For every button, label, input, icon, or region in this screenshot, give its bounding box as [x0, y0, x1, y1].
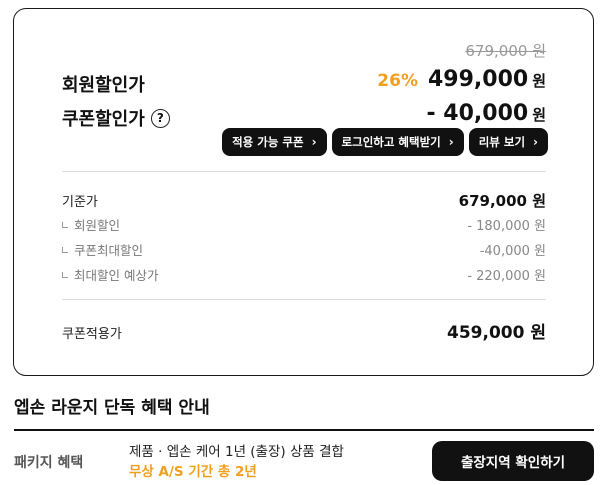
package-benefit-description: 제품 · 엡손 케어 1년 (출장) 상품 결합: [129, 444, 344, 460]
base-price-value: 679,000 원: [458, 192, 546, 210]
coupon-max-discount-label-group: 쿠폰최대할인: [62, 240, 143, 259]
member-price: 499,000 원: [428, 67, 546, 92]
view-reviews-label: 리뷰 보기: [478, 135, 526, 149]
coupon-max-discount-label: 쿠폰최대할인: [74, 243, 144, 258]
coupon-price-unit: 원: [532, 106, 546, 124]
max-estimated-row: 최대할인 예상가 - 220,000 원: [62, 265, 546, 284]
member-price-value: 499,000: [427, 67, 529, 92]
base-price-label: 기준가: [62, 195, 98, 210]
member-discount-row: 회원할인 - 180,000 원: [62, 215, 546, 234]
available-coupons-label: 적용 가능 쿠폰: [232, 135, 304, 149]
coupon-max-discount-value: -40,000 원: [479, 244, 546, 259]
divider: [62, 171, 546, 172]
max-estimated-label-group: 최대할인 예상가: [62, 265, 158, 284]
sub-item-corner-icon: [62, 222, 68, 228]
check-service-area-button[interactable]: 출장지역 확인하기: [432, 441, 594, 481]
login-benefits-label: 로그인하고 혜택받기: [341, 135, 441, 149]
chevron-right-icon: ›: [533, 135, 538, 149]
member-price-group: 26% 499,000 원: [377, 67, 546, 92]
price-card: 679,000 원 회원할인가 26% 499,000 원 쿠폰할인가 ? - 4…: [13, 8, 594, 376]
coupon-max-discount-row: 쿠폰최대할인 -40,000 원: [62, 240, 546, 259]
chevron-right-icon: ›: [448, 135, 454, 149]
member-price-label: 회원할인가: [62, 75, 145, 96]
sub-item-corner-icon: [62, 247, 68, 253]
available-coupons-button[interactable]: 적용 가능 쿠폰 ›: [222, 128, 327, 156]
help-icon[interactable]: ?: [150, 108, 170, 128]
sub-item-corner-icon: [62, 272, 68, 278]
view-reviews-button[interactable]: 리뷰 보기 ›: [468, 128, 548, 156]
member-discount-label-group: 회원할인: [62, 215, 120, 234]
member-discount-value: - 180,000 원: [467, 219, 546, 234]
section-divider: [14, 429, 594, 431]
member-discount-rate: 26%: [377, 71, 418, 91]
coupon-price: - 40,000 원: [427, 101, 547, 126]
login-benefits-button[interactable]: 로그인하고 혜택받기 ›: [331, 128, 464, 156]
coupon-price-value: - 40,000: [426, 101, 529, 126]
benefits-section-title: 엡손 라운지 단독 혜택 안내: [14, 398, 210, 418]
member-price-unit: 원: [532, 72, 546, 90]
max-estimated-value: - 220,000 원: [467, 269, 546, 284]
package-benefit-label: 패키지 혜택: [14, 455, 84, 471]
chevron-right-icon: ›: [311, 135, 317, 149]
original-price: 679,000 원: [465, 42, 546, 60]
divider: [62, 299, 546, 300]
coupon-price-label-group: 쿠폰할인가 ?: [62, 105, 170, 131]
max-estimated-label: 최대할인 예상가: [74, 268, 159, 283]
package-benefit-highlight: 무상 A/S 기간 총 2년: [129, 464, 257, 480]
final-price-value: 459,000 원: [447, 323, 546, 343]
coupon-price-label: 쿠폰할인가: [62, 109, 145, 130]
action-buttons: 적용 가능 쿠폰 › 로그인하고 혜택받기 › 리뷰 보기 ›: [222, 128, 548, 156]
final-price-label: 쿠폰적용가: [62, 327, 122, 342]
base-price-row: 기준가 679,000 원: [62, 190, 546, 211]
final-price-row: 쿠폰적용가 459,000 원: [62, 318, 546, 343]
member-discount-label: 회원할인: [74, 218, 121, 233]
